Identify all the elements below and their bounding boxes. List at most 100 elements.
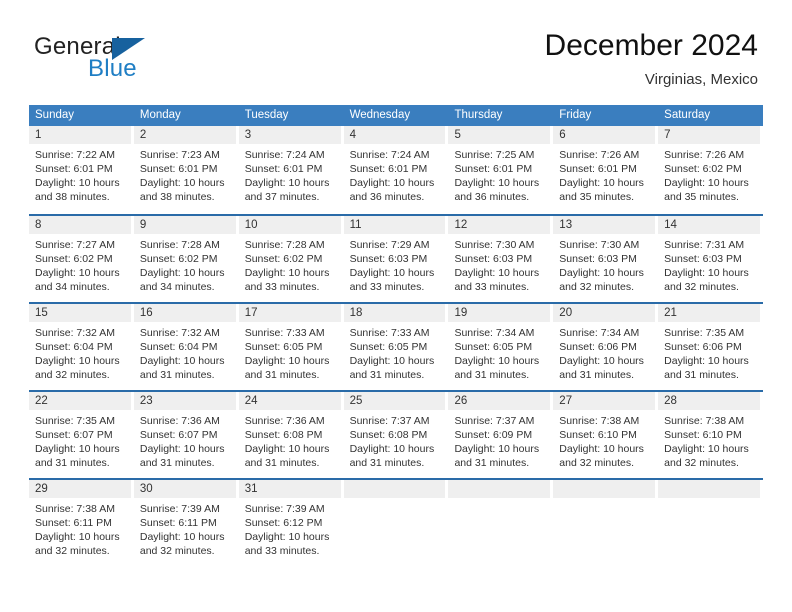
general-blue-logo[interactable]: General Blue	[34, 34, 274, 90]
day-cell-21[interactable]: 21 Sunrise: 7:35 AM Sunset: 6:06 PM Dayligh…	[658, 304, 763, 390]
day-cell-20[interactable]: 20 Sunrise: 7:34 AM Sunset: 6:06 PM Dayligh…	[553, 304, 658, 390]
sunset-text: Sunset: 6:08 PM	[244, 429, 323, 441]
day-cell-1[interactable]: 1 Sunrise: 7:22 AM Sunset: 6:01 PM Daylight…	[29, 126, 134, 214]
daylight-text-line1: Daylight: 10 hours	[559, 443, 644, 455]
day-cell-10[interactable]: 10 Sunrise: 7:28 AM Sunset: 6:02 PM Dayligh…	[238, 216, 344, 302]
day-cell-22[interactable]: 22 Sunrise: 7:35 AM Sunset: 6:07 PM Dayligh…	[29, 392, 134, 478]
daylight-text-line2: and 31 minutes.	[244, 457, 320, 469]
day-cell-5[interactable]: 5 Sunrise: 7:25 AM Sunset: 6:01 PM Daylight…	[448, 126, 553, 214]
calendar-week-row: 15 Sunrise: 7:32 AM Sunset: 6:04 PM Dayligh…	[29, 302, 763, 390]
day-sun-info: Sunrise: 7:38 AM Sunset: 6:11 PM Daylight:…	[29, 498, 131, 558]
daylight-text-line2: and 33 minutes.	[244, 281, 320, 293]
weekday-header-thursday: Thursday	[454, 109, 503, 121]
day-sun-info: Sunrise: 7:32 AM Sunset: 6:04 PM Daylight:…	[29, 322, 131, 382]
day-cell-19[interactable]: 19 Sunrise: 7:34 AM Sunset: 6:05 PM Dayligh…	[448, 304, 553, 390]
sunrise-text: Sunrise: 7:25 AM	[454, 149, 535, 161]
sunrise-text: Sunrise: 7:24 AM	[349, 149, 430, 161]
sunset-text: Sunset: 6:04 PM	[35, 341, 113, 353]
sunrise-text: Sunrise: 7:24 AM	[244, 149, 325, 161]
daylight-text-line1: Daylight: 10 hours	[139, 443, 225, 455]
day-cell-2[interactable]: 2 Sunrise: 7:23 AM Sunset: 6:01 PM Daylight…	[133, 126, 239, 214]
day-sun-info: Sunrise: 7:36 AM Sunset: 6:08 PM Daylight:…	[239, 410, 341, 470]
title-block: December 2024 Virginias, Mexico	[545, 28, 758, 90]
day-sun-info: Sunrise: 7:37 AM Sunset: 6:08 PM Daylight:…	[344, 410, 446, 470]
day-cell-24[interactable]: 24 Sunrise: 7:36 AM Sunset: 6:08 PM Dayligh…	[238, 392, 344, 478]
day-cell-15[interactable]: 15 Sunrise: 7:32 AM Sunset: 6:04 PM Dayligh…	[29, 304, 134, 390]
sunrise-text: Sunrise: 7:34 AM	[454, 327, 535, 339]
day-cell-27[interactable]: 27 Sunrise: 7:38 AM Sunset: 6:10 PM Dayligh…	[553, 392, 658, 478]
sunset-text: Sunset: 6:01 PM	[349, 163, 428, 175]
sunset-text: Sunset: 6:05 PM	[454, 341, 533, 353]
day-cell-14[interactable]: 14 Sunrise: 7:31 AM Sunset: 6:03 PM Dayligh…	[658, 216, 763, 302]
page-subtitle-location: Virginias, Mexico	[644, 71, 758, 88]
sunset-text: Sunset: 6:08 PM	[349, 429, 428, 441]
sunrise-text: Sunrise: 7:35 AM	[35, 415, 115, 427]
day-cell-16[interactable]: 16 Sunrise: 7:32 AM Sunset: 6:04 PM Dayligh…	[133, 304, 239, 390]
sunset-text: Sunset: 6:03 PM	[454, 253, 533, 265]
calendar-grid: Sunday Monday Tuesday Wednesday Thursday Frid…	[29, 105, 763, 566]
day-number: 16	[133, 304, 236, 322]
sunset-text: Sunset: 6:01 PM	[244, 163, 323, 175]
sunrise-text: Sunrise: 7:37 AM	[349, 415, 430, 427]
day-cell-23[interactable]: 23 Sunrise: 7:36 AM Sunset: 6:07 PM Dayligh…	[133, 392, 239, 478]
sunset-text: Sunset: 6:06 PM	[664, 341, 742, 353]
daylight-text-line1: Daylight: 10 hours	[664, 177, 749, 189]
daylight-text-line2: and 31 minutes.	[454, 369, 530, 381]
daylight-text-line2: and 38 minutes.	[35, 191, 110, 203]
daylight-text-line2: and 33 minutes.	[454, 281, 530, 293]
sunset-text: Sunset: 6:06 PM	[559, 341, 637, 353]
day-sun-info: Sunrise: 7:30 AM Sunset: 6:03 PM Daylight:…	[448, 234, 550, 294]
day-number: 10	[238, 216, 341, 234]
day-cell-7[interactable]: 7 Sunrise: 7:26 AM Sunset: 6:02 PM Daylight…	[658, 126, 763, 214]
day-cell-3[interactable]: 3 Sunrise: 7:24 AM Sunset: 6:01 PM Daylight…	[238, 126, 344, 214]
sunset-text: Sunset: 6:01 PM	[35, 163, 113, 175]
daylight-text-line1: Daylight: 10 hours	[454, 443, 540, 455]
daylight-text-line1: Daylight: 10 hours	[35, 177, 120, 189]
day-sun-info: Sunrise: 7:27 AM Sunset: 6:02 PM Daylight:…	[29, 234, 131, 294]
sunrise-text: Sunrise: 7:31 AM	[664, 239, 745, 251]
daylight-text-line1: Daylight: 10 hours	[139, 267, 225, 279]
daylight-text-line2: and 35 minutes.	[664, 191, 739, 203]
daylight-text-line1: Daylight: 10 hours	[559, 177, 644, 189]
page-title: December 2024	[544, 29, 758, 62]
day-cell-28[interactable]: 28 Sunrise: 7:38 AM Sunset: 6:10 PM Dayligh…	[658, 392, 763, 478]
day-cell-25[interactable]: 25 Sunrise: 7:37 AM Sunset: 6:08 PM Dayligh…	[343, 392, 449, 478]
day-number: 28	[658, 392, 761, 410]
day-cell-18[interactable]: 18 Sunrise: 7:33 AM Sunset: 6:05 PM Dayligh…	[343, 304, 449, 390]
day-cell-12[interactable]: 12 Sunrise: 7:30 AM Sunset: 6:03 PM Dayligh…	[448, 216, 553, 302]
daylight-text-line2: and 32 minutes.	[559, 457, 635, 469]
day-cell-31[interactable]: 31 Sunrise: 7:39 AM Sunset: 6:12 PM Dayligh…	[238, 480, 344, 566]
day-cell-9[interactable]: 9 Sunrise: 7:28 AM Sunset: 6:02 PM Daylight…	[133, 216, 239, 302]
day-number: 30	[133, 480, 236, 498]
sunset-text: Sunset: 6:10 PM	[559, 429, 637, 441]
daylight-text-line1: Daylight: 10 hours	[349, 443, 435, 455]
sunrise-text: Sunrise: 7:38 AM	[559, 415, 640, 427]
day-cell-29[interactable]: 29 Sunrise: 7:38 AM Sunset: 6:11 PM Dayligh…	[29, 480, 134, 566]
day-sun-info: Sunrise: 7:38 AM Sunset: 6:10 PM Daylight:…	[658, 410, 760, 470]
day-cell-11[interactable]: 11 Sunrise: 7:29 AM Sunset: 6:03 PM Dayligh…	[343, 216, 449, 302]
day-number: 8	[29, 216, 131, 234]
day-cell-13[interactable]: 13 Sunrise: 7:30 AM Sunset: 6:03 PM Dayligh…	[553, 216, 658, 302]
calendar-week-row: 1 Sunrise: 7:22 AM Sunset: 6:01 PM Daylight…	[29, 126, 763, 214]
day-cell-8[interactable]: 8 Sunrise: 7:27 AM Sunset: 6:02 PM Daylight…	[29, 216, 134, 302]
daylight-text-line1: Daylight: 10 hours	[139, 177, 225, 189]
daylight-text-line2: and 32 minutes.	[35, 369, 110, 381]
day-cell-30[interactable]: 30 Sunrise: 7:39 AM Sunset: 6:11 PM Dayligh…	[133, 480, 239, 566]
day-number	[448, 480, 551, 498]
sunrise-text: Sunrise: 7:36 AM	[139, 415, 220, 427]
daylight-text-line2: and 32 minutes.	[664, 281, 739, 293]
day-cell-17[interactable]: 17 Sunrise: 7:33 AM Sunset: 6:05 PM Dayligh…	[238, 304, 344, 390]
daylight-text-line1: Daylight: 10 hours	[559, 355, 644, 367]
daylight-text-line1: Daylight: 10 hours	[35, 355, 120, 367]
day-sun-info	[448, 498, 550, 502]
daylight-text-line2: and 33 minutes.	[244, 545, 320, 557]
day-cell-4[interactable]: 4 Sunrise: 7:24 AM Sunset: 6:01 PM Daylight…	[343, 126, 449, 214]
day-cell-6[interactable]: 6 Sunrise: 7:26 AM Sunset: 6:01 PM Daylight…	[553, 126, 658, 214]
sunset-text: Sunset: 6:03 PM	[559, 253, 637, 265]
day-number: 24	[238, 392, 341, 410]
sunset-text: Sunset: 6:05 PM	[244, 341, 323, 353]
weekday-header-saturday: Saturday	[664, 109, 711, 121]
daylight-text-line1: Daylight: 10 hours	[454, 267, 540, 279]
day-cell-26[interactable]: 26 Sunrise: 7:37 AM Sunset: 6:09 PM Dayligh…	[448, 392, 553, 478]
day-sun-info: Sunrise: 7:34 AM Sunset: 6:05 PM Daylight:…	[448, 322, 550, 382]
